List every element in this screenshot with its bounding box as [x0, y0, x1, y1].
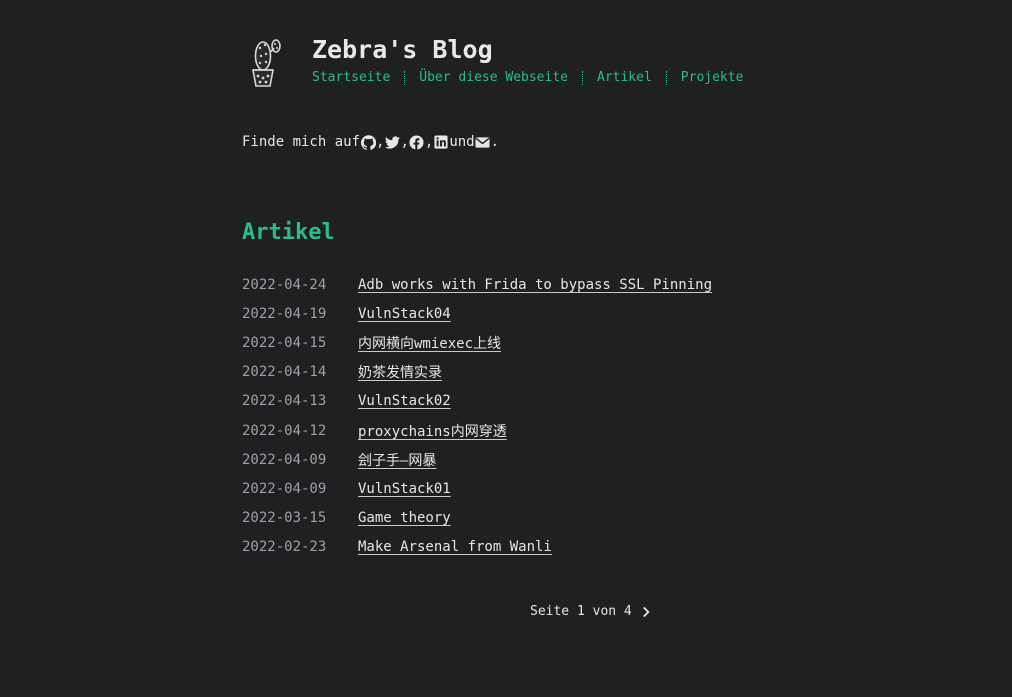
- post-date: 2022-02-23: [242, 539, 327, 556]
- post-link[interactable]: Game theory: [358, 510, 451, 526]
- nav-separator: [404, 71, 406, 85]
- linkedin-icon[interactable]: [433, 134, 449, 150]
- cactus-logo-icon[interactable]: [242, 36, 296, 98]
- post-link[interactable]: VulnStack01: [358, 481, 451, 497]
- page-indicator: Seite 1 von 4: [530, 604, 632, 619]
- post-date: 2022-04-12: [242, 422, 327, 439]
- list-item: 2022-04-14 奶茶发情实录: [242, 358, 712, 387]
- post-date: 2022-04-15: [242, 334, 327, 351]
- post-date: 2022-04-13: [242, 393, 327, 410]
- social-prefix: Finde mich auf: [242, 134, 361, 150]
- main-nav: Startseite Über diese Webseite Artikel P…: [312, 69, 743, 87]
- post-link[interactable]: 刽子手—网暴: [358, 450, 436, 470]
- list-item: 2022-04-13 VulnStack02: [242, 387, 712, 416]
- post-link[interactable]: 奶茶发情实录: [358, 362, 442, 382]
- nav-item-artikel[interactable]: Artikel: [597, 69, 652, 87]
- pagination: Seite 1 von 4: [530, 604, 651, 619]
- comma: ,: [424, 134, 434, 150]
- post-link[interactable]: proxychains内网穿透: [358, 421, 507, 441]
- list-item: 2022-03-15 Game theory: [242, 504, 712, 533]
- list-item: 2022-04-09 刽子手—网暴: [242, 445, 712, 474]
- nav-item-startseite[interactable]: Startseite: [312, 69, 390, 87]
- list-item: 2022-04-12 proxychains内网穿透: [242, 416, 712, 445]
- post-date: 2022-04-19: [242, 305, 327, 322]
- nav-item-about[interactable]: Über diese Webseite: [419, 69, 568, 87]
- site-title[interactable]: Zebra's Blog: [312, 34, 743, 66]
- list-item: 2022-04-15 内网横向wmiexec上线: [242, 328, 712, 357]
- post-date: 2022-04-24: [242, 276, 327, 293]
- comma: ,: [400, 134, 409, 150]
- nav-separator: [665, 71, 667, 85]
- period: .: [490, 134, 500, 150]
- list-item: 2022-04-09 VulnStack01: [242, 474, 712, 503]
- list-item: 2022-04-19 VulnStack04: [242, 299, 712, 328]
- social-links: Finde mich auf , , , und .: [242, 134, 499, 150]
- post-link[interactable]: 内网横向wmiexec上线: [358, 333, 501, 353]
- header-text: Zebra's Blog Startseite Über diese Webse…: [312, 30, 743, 87]
- post-list: 2022-04-24 Adb works with Frida to bypass…: [242, 270, 712, 562]
- post-link[interactable]: Adb works with Frida to bypass SSL Pinni…: [358, 277, 712, 293]
- post-link[interactable]: VulnStack02: [358, 393, 451, 409]
- post-link[interactable]: Make Arsenal from Wanli: [358, 539, 552, 555]
- site-header: Zebra's Blog Startseite Über diese Webse…: [242, 30, 743, 98]
- list-item: 2022-04-24 Adb works with Frida to bypass…: [242, 270, 712, 299]
- post-link[interactable]: VulnStack04: [358, 306, 451, 322]
- and-text: und: [449, 134, 475, 150]
- envelope-icon[interactable]: [475, 134, 491, 150]
- chevron-right-icon[interactable]: [642, 606, 651, 618]
- facebook-icon[interactable]: [409, 134, 425, 150]
- list-item: 2022-02-23 Make Arsenal from Wanli: [242, 533, 712, 562]
- post-date: 2022-04-09: [242, 451, 327, 468]
- post-date: 2022-04-09: [242, 480, 327, 497]
- twitter-icon[interactable]: [384, 134, 400, 150]
- post-date: 2022-03-15: [242, 510, 327, 527]
- nav-item-projekte[interactable]: Projekte: [681, 69, 744, 87]
- post-date: 2022-04-14: [242, 364, 327, 381]
- comma: ,: [376, 134, 385, 150]
- nav-separator: [582, 71, 583, 85]
- page: Zebra's Blog Startseite Über diese Webse…: [0, 0, 1012, 697]
- section-title: Artikel: [242, 220, 335, 245]
- github-icon[interactable]: [360, 134, 376, 150]
